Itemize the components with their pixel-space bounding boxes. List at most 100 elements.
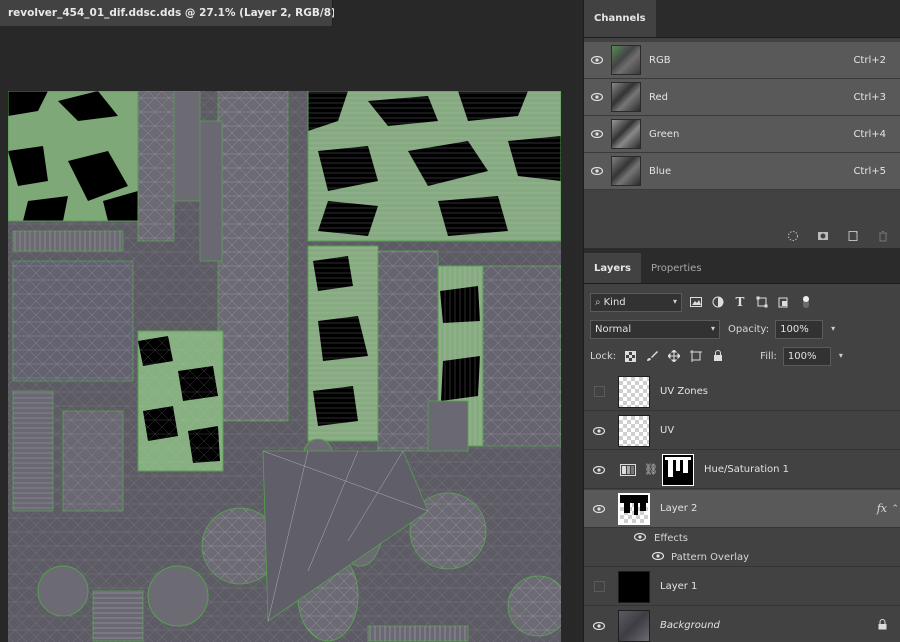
blend-row: Normal ▾ Opacity: 100% ▾ xyxy=(584,316,900,342)
layer-row-layer-2[interactable]: Layer 2 fx ⌃ xyxy=(584,490,900,528)
tab-properties-label: Properties xyxy=(651,262,702,274)
canvas-viewport[interactable] xyxy=(0,26,578,642)
channel-shortcut: Ctrl+2 xyxy=(853,54,886,66)
channel-shortcut: Ctrl+3 xyxy=(853,91,886,103)
left-uv-islands xyxy=(12,230,134,512)
layer-name: UV xyxy=(660,425,675,436)
layer-row-layer-1[interactable]: Layer 1 xyxy=(584,568,900,606)
chevron-down-icon: ▾ xyxy=(672,296,677,306)
lock-icon[interactable] xyxy=(878,618,887,633)
eye-icon[interactable] xyxy=(584,167,610,175)
smart-object-filter-icon[interactable] xyxy=(776,294,792,310)
eye-icon[interactable] xyxy=(633,532,647,544)
layer-thumbnail xyxy=(618,609,650,642)
lock-all-icon[interactable] xyxy=(710,348,726,364)
channel-shortcut: Ctrl+5 xyxy=(853,165,886,177)
channel-thumbnail xyxy=(611,45,641,75)
effects-label: Effects xyxy=(654,533,688,544)
channel-name: Green xyxy=(649,128,680,140)
new-channel-icon[interactable] xyxy=(847,230,859,242)
blend-mode-dropdown[interactable]: Normal ▾ xyxy=(590,319,720,339)
shape-filter-icon[interactable] xyxy=(754,294,770,310)
pattern-overlay-row[interactable]: Pattern Overlay xyxy=(584,548,900,567)
tab-layers-label: Layers xyxy=(594,262,631,274)
pattern-overlay-label: Pattern Overlay xyxy=(671,551,750,563)
eye-icon[interactable] xyxy=(584,504,614,513)
layer-thumbnail xyxy=(618,570,650,603)
layers-panel: Layers Properties ⌕ Kind ▾ T Normal ▾ Op… xyxy=(584,248,900,642)
document-tab-title: revolver_454_01_dif.ddsc.dds @ 27.1% (La… xyxy=(8,7,345,19)
layer-row-uv[interactable]: UV xyxy=(584,412,900,450)
filter-toggle-icon[interactable] xyxy=(798,294,814,310)
channels-footer xyxy=(584,224,900,248)
layer-name: Background xyxy=(660,620,720,631)
hidden-eye-box xyxy=(593,581,605,592)
layer-name: Layer 2 xyxy=(660,503,698,514)
channel-row-rgb[interactable]: RGB Ctrl+2 xyxy=(584,42,900,79)
channel-row-green[interactable]: Green Ctrl+4 xyxy=(584,116,900,153)
opacity-input[interactable]: 100% ▾ xyxy=(775,319,835,339)
eye-icon[interactable] xyxy=(584,465,614,474)
tab-channels[interactable]: Channels xyxy=(584,0,656,37)
fill-input[interactable]: 100% ▾ xyxy=(782,346,843,366)
layer-row-uv-zones[interactable]: UV Zones xyxy=(584,373,900,411)
chevron-down-icon: ▾ xyxy=(838,350,843,360)
opacity-label: Opacity: xyxy=(728,323,770,335)
filter-kind-label: Kind xyxy=(603,296,626,308)
hue-saturation-adjustment-icon xyxy=(620,463,636,476)
layer-row-background[interactable]: Background xyxy=(584,607,900,642)
layer-filter-row: ⌕ Kind ▾ T xyxy=(584,288,900,316)
blend-mode-value: Normal xyxy=(595,323,632,335)
eye-icon[interactable] xyxy=(584,56,610,64)
visibility-toggle[interactable] xyxy=(584,581,614,592)
link-icon[interactable]: ⛓ xyxy=(644,463,658,476)
channels-tabbar: Channels xyxy=(584,0,900,38)
effects-row[interactable]: Effects xyxy=(584,529,900,548)
channel-thumbnail xyxy=(611,156,641,186)
camo-block-top-right xyxy=(307,91,561,242)
eye-icon[interactable] xyxy=(584,621,614,630)
channel-name: Blue xyxy=(649,165,672,177)
fill-value: 100% xyxy=(787,350,817,362)
image-filter-icon[interactable] xyxy=(688,294,704,310)
channels-panel: Channels RGB Ctrl+2 Red Ctrl+3 Green Ctr… xyxy=(584,0,900,248)
document-tab[interactable]: revolver_454_01_dif.ddsc.dds @ 27.1% (La… xyxy=(0,0,364,26)
type-filter-icon[interactable]: T xyxy=(732,294,748,310)
opacity-value: 100% xyxy=(780,323,809,335)
texture-canvas[interactable] xyxy=(8,91,561,642)
eye-icon[interactable] xyxy=(584,130,610,138)
move-icon[interactable] xyxy=(666,348,682,364)
panel-column: Channels RGB Ctrl+2 Red Ctrl+3 Green Ctr… xyxy=(583,0,900,642)
layer-thumbnail xyxy=(618,414,650,447)
filter-kind-dropdown[interactable]: ⌕ Kind ▾ xyxy=(590,292,682,312)
channel-name: Red xyxy=(649,91,668,103)
channel-thumbnail xyxy=(611,119,641,149)
layer-name: Hue/Saturation 1 xyxy=(703,464,790,475)
eye-icon[interactable] xyxy=(584,426,614,435)
tab-properties[interactable]: Properties xyxy=(641,253,712,283)
trash-icon[interactable] xyxy=(877,230,889,242)
lock-transparent-icon[interactable] xyxy=(622,348,638,364)
fx-badge[interactable]: fx xyxy=(877,502,887,515)
eye-icon[interactable] xyxy=(651,551,665,563)
layer-thumbnail xyxy=(618,375,650,408)
lock-label: Lock: xyxy=(590,350,617,362)
channel-row-red[interactable]: Red Ctrl+3 xyxy=(584,79,900,116)
layer-row-hue-saturation[interactable]: ⛓ Hue/Saturation 1 xyxy=(584,451,900,489)
tab-layers[interactable]: Layers xyxy=(584,253,641,283)
camo-block-mid-left xyxy=(137,330,224,472)
save-selection-icon[interactable] xyxy=(817,230,829,242)
chevron-down-icon: ▾ xyxy=(831,323,836,333)
adjustment-filter-icon[interactable] xyxy=(710,294,726,310)
load-selection-icon[interactable] xyxy=(787,230,799,242)
chevron-up-icon[interactable]: ⌃ xyxy=(891,504,899,514)
brush-icon[interactable] xyxy=(644,348,660,364)
channel-row-blue[interactable]: Blue Ctrl+5 xyxy=(584,153,900,190)
visibility-toggle[interactable] xyxy=(584,386,614,397)
search-icon: ⌕ xyxy=(595,296,601,308)
artboard-lock-icon[interactable] xyxy=(688,348,704,364)
hidden-eye-box xyxy=(593,386,605,397)
eye-icon[interactable] xyxy=(584,93,610,101)
layer-thumbnail xyxy=(618,492,650,525)
document-area: revolver_454_01_dif.ddsc.dds @ 27.1% (La… xyxy=(0,0,578,642)
